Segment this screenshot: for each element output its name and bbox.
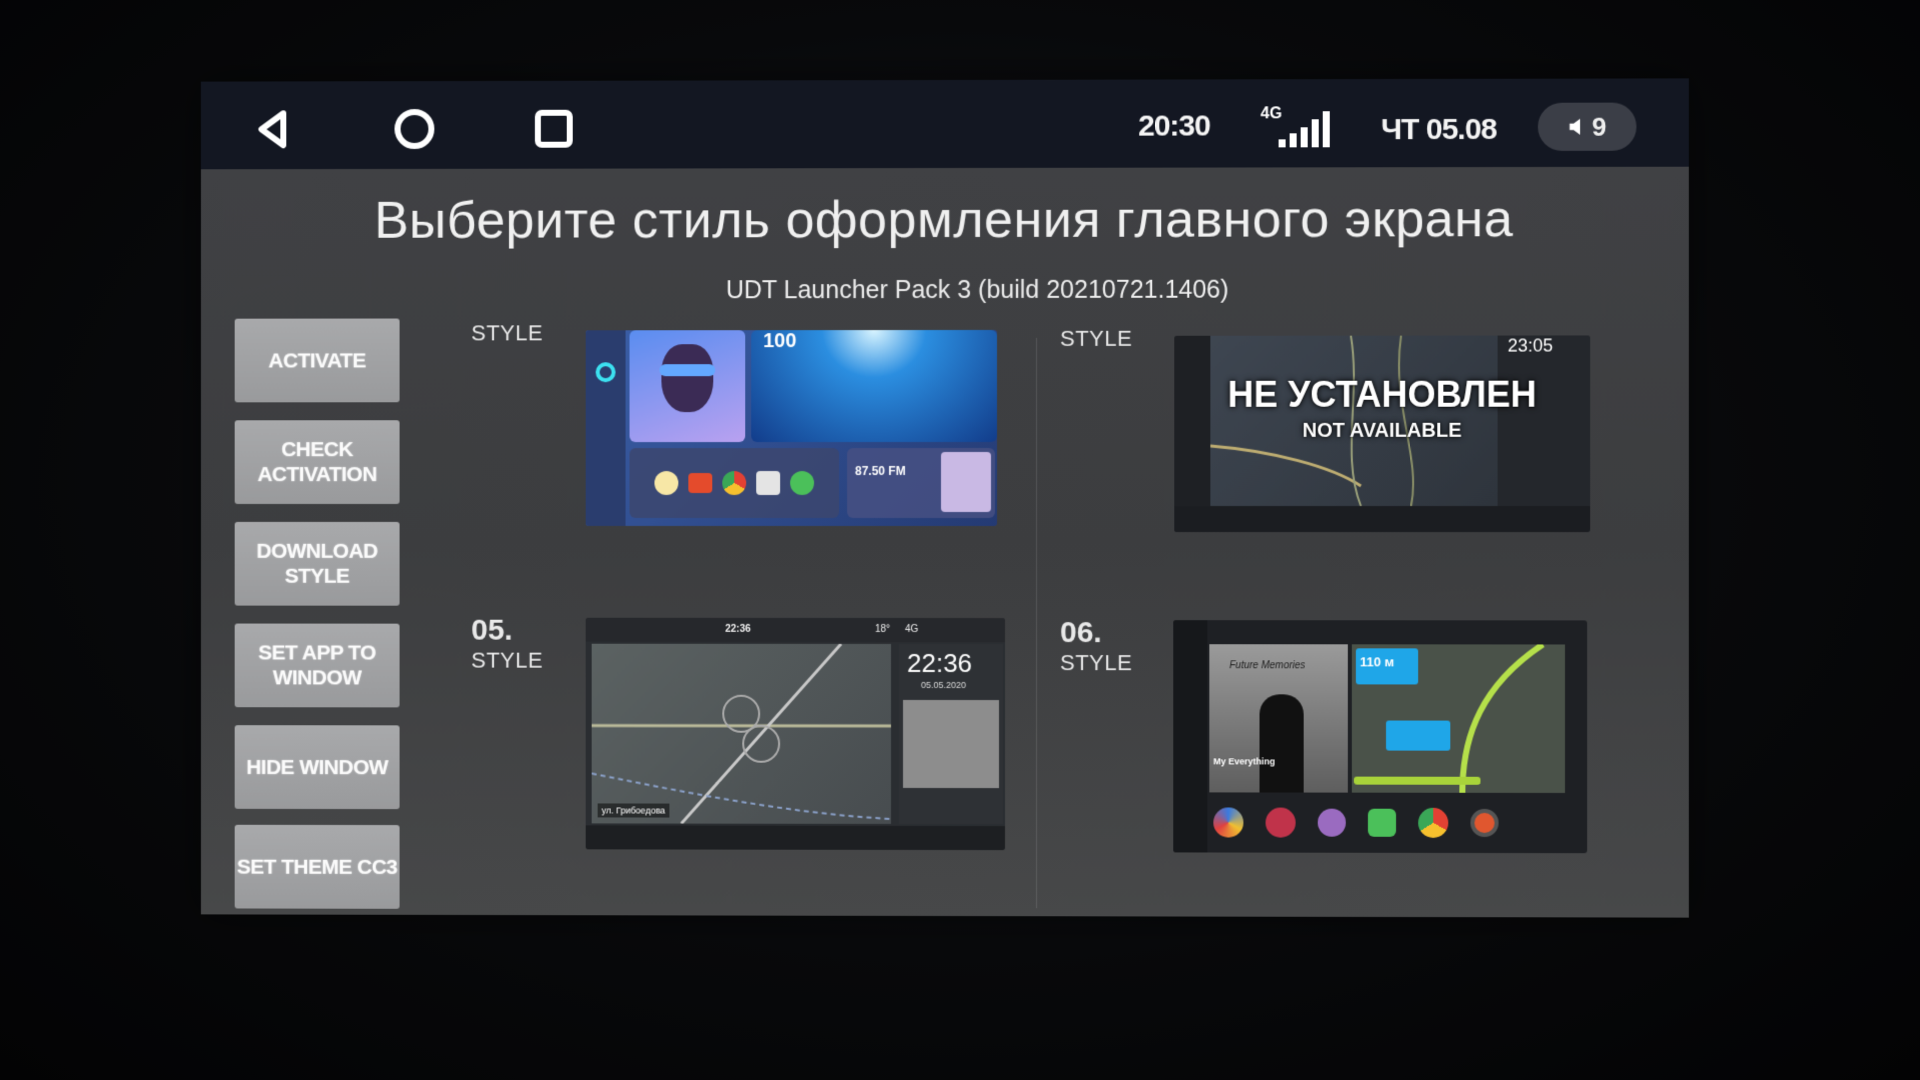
- preview-speed-card: 100: [751, 329, 998, 443]
- turn-instruction: 110 м: [1355, 648, 1419, 685]
- chrome-icon: [722, 471, 747, 496]
- style-label-5: 05. STYLE: [471, 613, 544, 673]
- set-app-to-window-button[interactable]: SET APP TO WINDOW: [234, 623, 400, 708]
- radio-app-icon: [756, 471, 781, 496]
- preview-map: ул. Грибоедова: [592, 643, 891, 826]
- preview-radio-card: 87.50 FM: [847, 447, 996, 519]
- camera-icon: [1317, 808, 1346, 837]
- style-label-6: 06. STYLE: [1060, 616, 1133, 676]
- youtube-icon: [688, 473, 713, 494]
- preview-app-dock: [629, 448, 840, 518]
- not-available-label: NOT AVAILABLE: [1302, 419, 1462, 442]
- spotify-icon: [790, 471, 815, 496]
- device-bezel: 20:30 4G ЧТ 05.08 9 Выберите стиль оформ…: [0, 0, 1920, 1080]
- preview-music-card: [629, 330, 746, 443]
- volume-indicator[interactable]: 9: [1537, 102, 1637, 151]
- style-preview-6[interactable]: Future Memories My Everything 110 м: [1173, 620, 1588, 854]
- preview-statusbar: 22:36 18° 4G: [585, 617, 1006, 643]
- nav-back-button[interactable]: [246, 101, 302, 157]
- page-title: Выберите стиль оформления главного экран…: [374, 190, 1514, 250]
- volume-level: 9: [1591, 111, 1607, 142]
- check-activation-button[interactable]: CHECK ACTIVATION: [234, 420, 400, 504]
- download-style-button[interactable]: DOWNLOAD STYLE: [234, 521, 400, 606]
- map-interchange: [592, 643, 891, 826]
- speaker-icon: [1569, 118, 1580, 135]
- recents-icon: [530, 105, 578, 153]
- preview-sidebar: [585, 330, 626, 526]
- preview-app-row: [1209, 796, 1561, 849]
- style-label-1: STYLE: [471, 320, 544, 346]
- nav-recents-button[interactable]: [526, 101, 582, 157]
- head-unit-screen: 20:30 4G ЧТ 05.08 9 Выберите стиль оформ…: [200, 78, 1689, 918]
- column-divider: [1036, 337, 1038, 909]
- lane-guidance: [1386, 720, 1451, 751]
- chrome-icon: [1418, 807, 1449, 838]
- preview-album-card: Future Memories My Everything: [1209, 644, 1348, 793]
- not-installed-label: НЕ УСТАНОВЛЕН: [1227, 373, 1537, 415]
- build-info: UDT Launcher Pack 3 (build 20210721.1406…: [725, 275, 1229, 305]
- home-icon: [391, 105, 439, 153]
- set-theme-cc3-button[interactable]: SET THEME CC3: [234, 824, 400, 909]
- assistant-icon: [595, 362, 616, 383]
- nav-home-button[interactable]: [387, 101, 443, 157]
- udt-launcher-icon: [1213, 807, 1244, 838]
- album-portrait: [661, 344, 714, 413]
- back-icon: [259, 110, 288, 149]
- route-progress: [1353, 776, 1481, 785]
- style-label-2: STYLE: [1060, 325, 1133, 351]
- style-preview-2[interactable]: 23:05 НЕ УСТАНОВЛЕН NOT AVAILABLE: [1174, 335, 1591, 533]
- artist-silhouette: [1259, 694, 1304, 793]
- preview-sidebar: [1173, 620, 1208, 853]
- radio-cover: [941, 451, 992, 513]
- music-cover: [903, 699, 1000, 789]
- spotify-icon: [1367, 808, 1397, 837]
- sunglasses: [659, 364, 716, 377]
- clock: 20:30: [1138, 109, 1211, 143]
- signal-bars-icon: [1278, 111, 1330, 148]
- hide-window-button[interactable]: HIDE WINDOW: [234, 725, 400, 810]
- preview-dock: [585, 825, 1006, 851]
- preview-clock-panel: 22:36 05.05.2020: [899, 643, 1004, 825]
- activate-button[interactable]: ACTIVATE: [234, 318, 400, 403]
- yandex-icon: [654, 471, 679, 496]
- launcher-style-picker: Выберите стиль оформления главного экран…: [200, 166, 1689, 918]
- signal-indicator: 4G: [1261, 105, 1341, 149]
- status-bar: 20:30 4G ЧТ 05.08 9: [200, 78, 1689, 170]
- recorder-icon: [1470, 808, 1499, 837]
- date: ЧТ 05.08: [1380, 112, 1497, 147]
- style-preview-1[interactable]: 100 87.50 FM: [585, 329, 998, 527]
- preview-dock: [1174, 506, 1591, 533]
- preview-nav-map: 110 м: [1351, 644, 1565, 793]
- udt-config-icon: [1265, 807, 1296, 838]
- style-preview-5[interactable]: 22:36 18° 4G ул. Грибоедова 22:36 05.05.…: [585, 617, 1006, 851]
